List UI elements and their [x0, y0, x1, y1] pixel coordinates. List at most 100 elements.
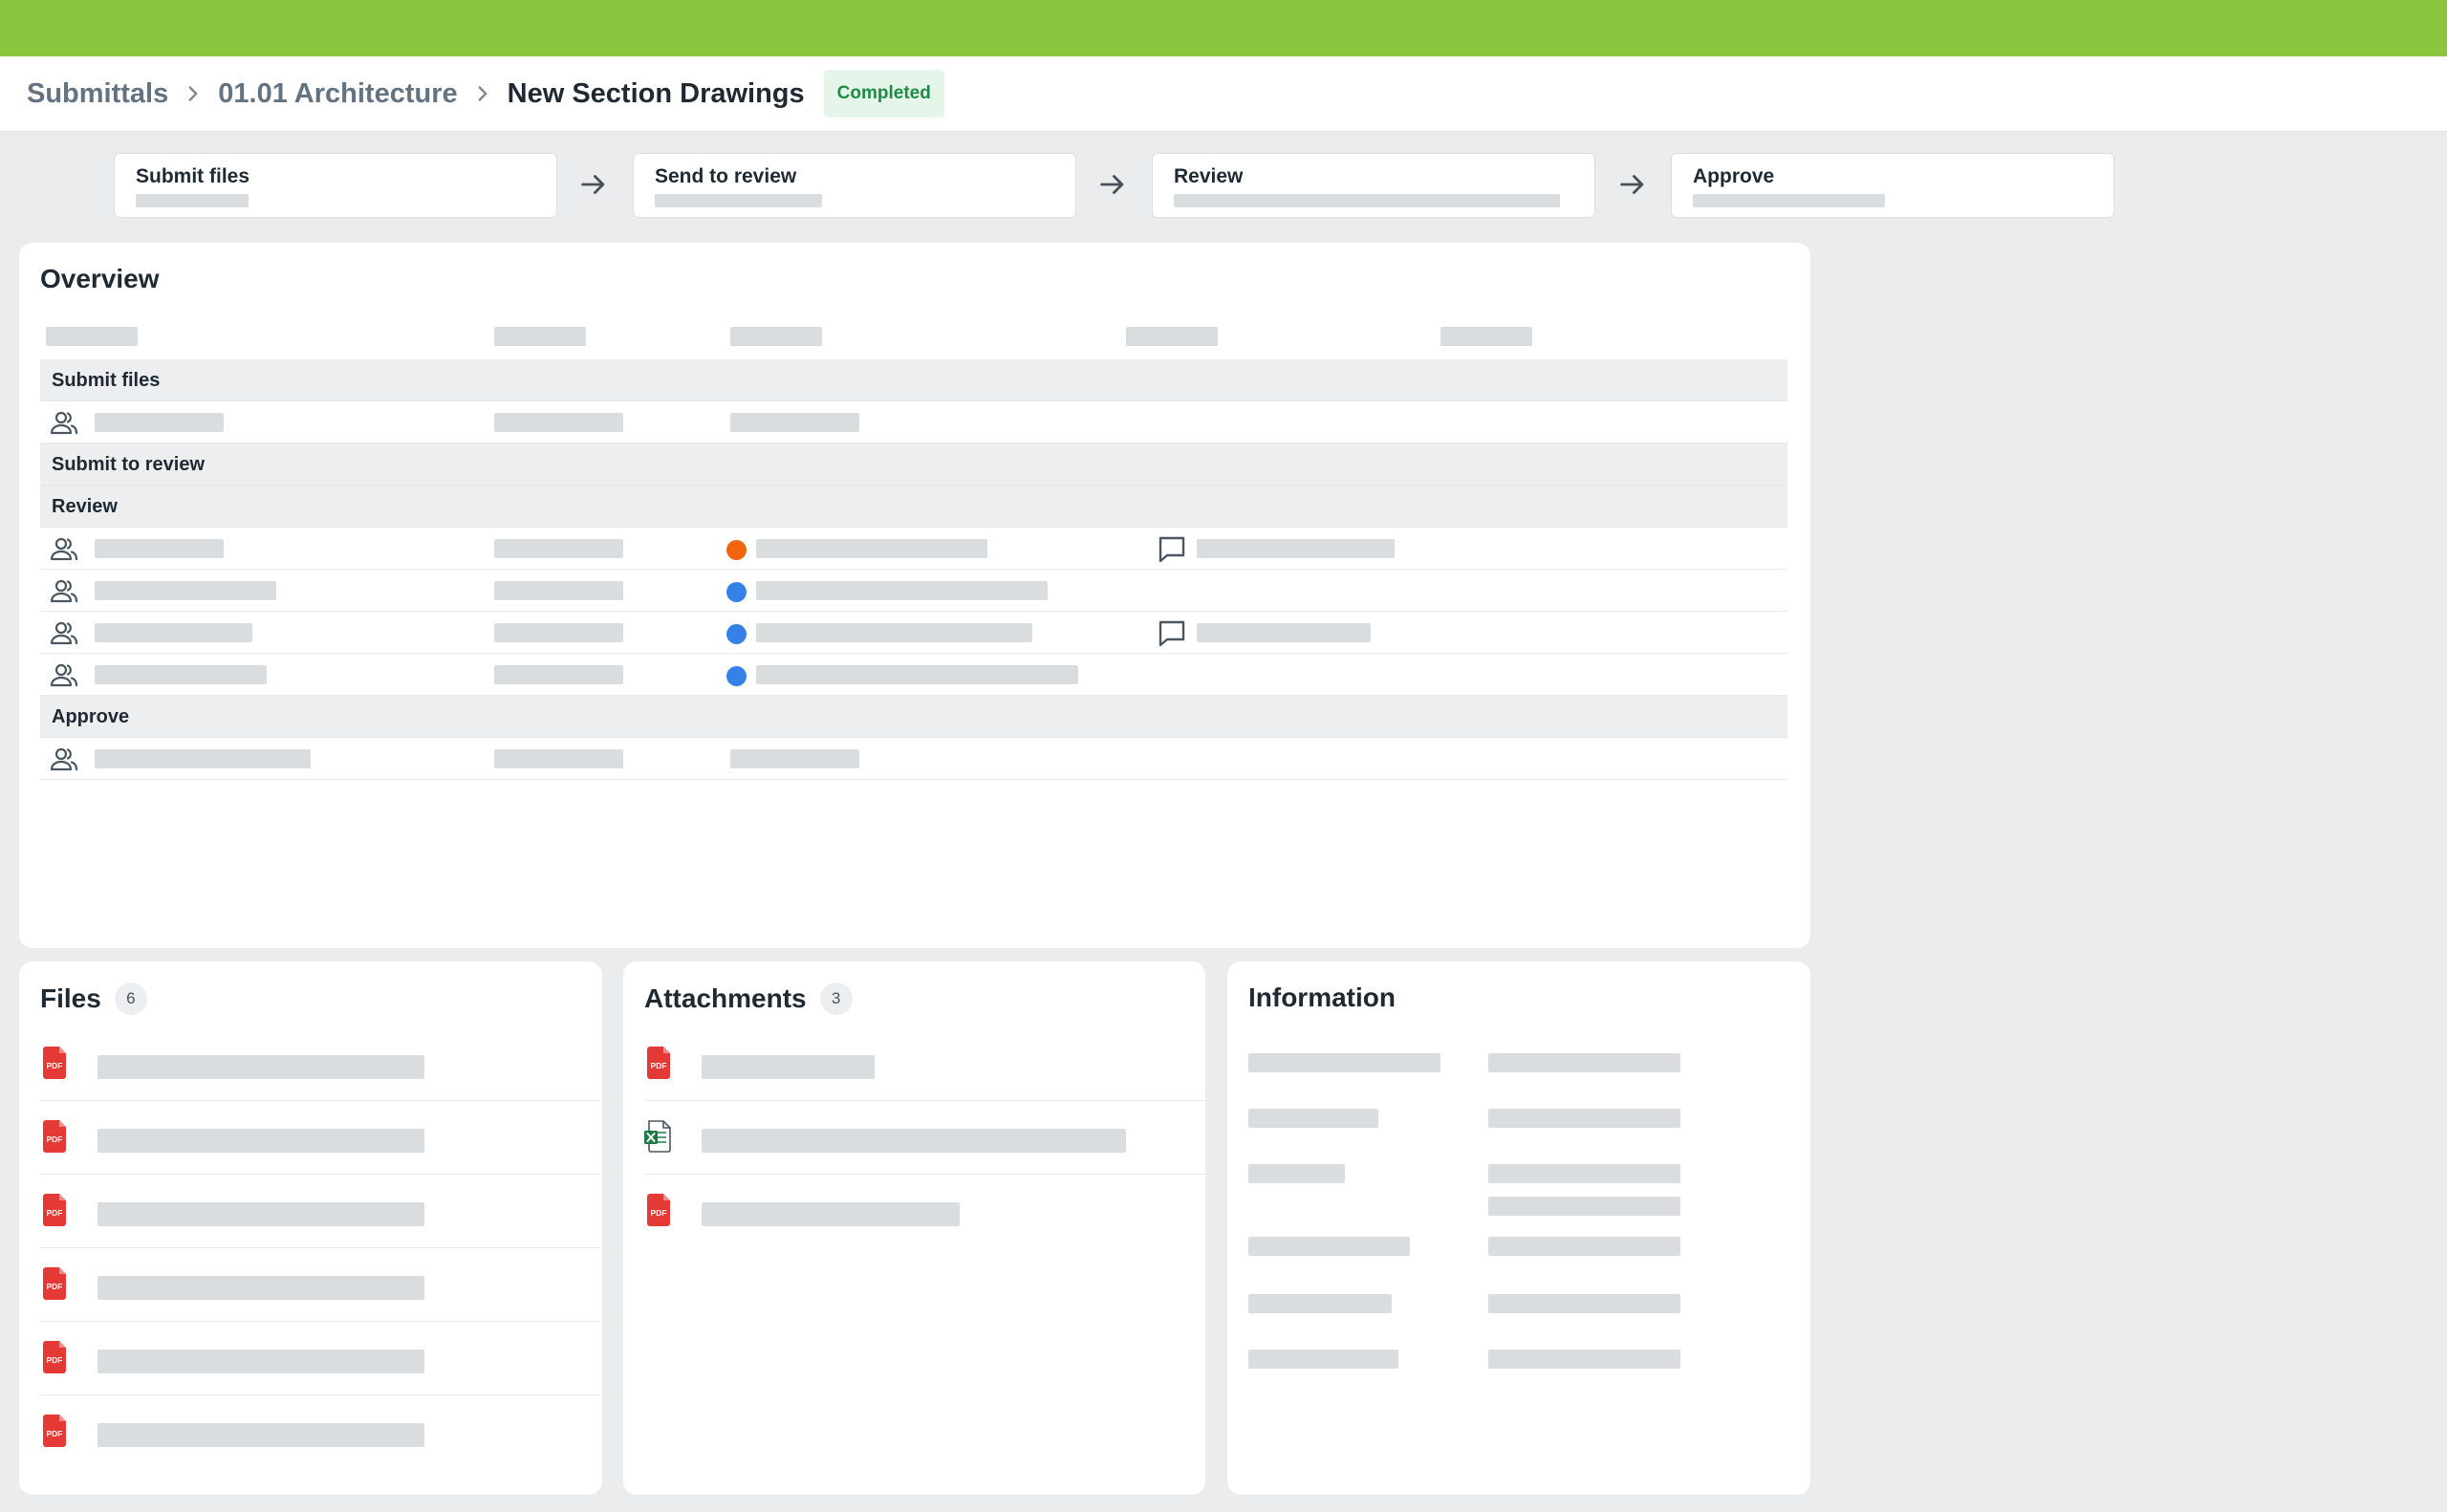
info-label-placeholder	[1248, 1164, 1345, 1183]
user-group-icon	[50, 619, 78, 646]
arrow-right-icon	[1096, 168, 1129, 201]
comment-icon[interactable]	[1157, 618, 1187, 649]
file-row[interactable]: PDF	[40, 1322, 600, 1395]
information-title: Information	[1248, 983, 1396, 1012]
page-header: Submittals 01.01 Architecture New Sectio…	[0, 56, 2447, 132]
svg-text:PDF: PDF	[47, 1429, 63, 1438]
step-placeholder	[136, 194, 249, 207]
workflow-step-submit-files[interactable]: Submit files	[114, 153, 557, 218]
attachment-row[interactable]: PDF	[644, 1027, 1204, 1101]
attachment-row[interactable]	[644, 1101, 1204, 1175]
chevron-right-icon	[181, 81, 206, 106]
file-row[interactable]: PDF	[40, 1175, 600, 1248]
group-row-approve: Approve	[40, 696, 1787, 738]
file-row[interactable]: PDF	[40, 1248, 600, 1322]
workflow-step-review[interactable]: Review	[1152, 153, 1595, 218]
files-title: Files 6	[40, 983, 147, 1015]
status-dot	[726, 666, 747, 686]
info-value-placeholder	[1488, 1164, 1680, 1183]
svg-text:PDF: PDF	[47, 1282, 63, 1291]
info-label-placeholder	[1248, 1053, 1440, 1072]
step-label: Approve	[1693, 165, 1775, 187]
attachments-card: Attachments 3 PDF PDF	[623, 961, 1205, 1495]
pdf-file-icon: PDF	[43, 1120, 66, 1153]
status-dot	[726, 582, 747, 602]
file-name-placeholder	[97, 1129, 424, 1153]
info-value-placeholder	[1488, 1197, 1680, 1216]
pdf-file-icon: PDF	[647, 1194, 670, 1226]
comment-icon[interactable]	[1157, 534, 1187, 565]
table-row[interactable]	[40, 570, 1787, 612]
step-label: Submit files	[136, 165, 250, 187]
status-dot	[726, 624, 747, 644]
files-count-badge: 6	[114, 983, 147, 1015]
cell-placeholder	[1197, 539, 1395, 558]
group-row-submit-files: Submit files	[40, 359, 1787, 401]
info-value-placeholder	[1488, 1237, 1680, 1256]
svg-text:PDF: PDF	[47, 1134, 63, 1144]
arrow-right-icon	[577, 168, 610, 201]
file-row[interactable]: PDF	[40, 1101, 600, 1175]
user-group-icon	[50, 661, 78, 688]
file-row[interactable]: PDF	[40, 1027, 600, 1101]
column-header	[494, 327, 586, 346]
cell-placeholder	[494, 539, 623, 558]
user-group-icon	[50, 409, 78, 436]
file-name-placeholder	[702, 1055, 875, 1079]
column-header	[46, 327, 138, 346]
group-label: Review	[52, 496, 118, 517]
top-brand-bar	[0, 0, 2447, 56]
breadcrumb-architecture[interactable]: 01.01 Architecture	[218, 78, 457, 110]
user-group-icon	[50, 535, 78, 562]
cell-placeholder	[730, 413, 859, 432]
info-label-placeholder	[1248, 1109, 1378, 1128]
info-value-placeholder	[1488, 1109, 1680, 1128]
breadcrumb-submittals[interactable]: Submittals	[27, 78, 168, 110]
table-row[interactable]	[40, 738, 1787, 780]
group-label: Submit to review	[52, 454, 206, 475]
arrow-right-icon	[1616, 168, 1649, 201]
info-label-placeholder	[1248, 1237, 1410, 1256]
workflow-step-approve[interactable]: Approve	[1671, 153, 2114, 218]
step-placeholder	[655, 194, 822, 207]
column-header	[1126, 327, 1218, 346]
cell-placeholder	[494, 413, 623, 432]
group-row-review: Review	[40, 486, 1787, 528]
page-title: New Section Drawings	[507, 77, 805, 109]
table-row[interactable]	[40, 612, 1787, 654]
cell-placeholder	[730, 749, 859, 768]
svg-text:PDF: PDF	[47, 1355, 63, 1365]
file-name-placeholder	[97, 1202, 424, 1226]
pdf-file-icon: PDF	[43, 1194, 66, 1226]
cell-placeholder	[756, 623, 1032, 642]
column-header	[1440, 327, 1532, 346]
pdf-file-icon: PDF	[43, 1341, 66, 1373]
group-row-submit-to-review: Submit to review	[40, 443, 1787, 486]
pdf-file-icon: PDF	[43, 1267, 66, 1300]
overview-title: Overview	[40, 264, 160, 293]
info-label-placeholder	[1248, 1350, 1398, 1369]
table-row[interactable]	[40, 654, 1787, 696]
workflow-step-send-to-review[interactable]: Send to review	[633, 153, 1076, 218]
status-dot	[726, 540, 747, 560]
file-name-placeholder	[97, 1350, 424, 1373]
info-value-placeholder	[1488, 1053, 1680, 1072]
table-row[interactable]	[40, 528, 1787, 570]
step-placeholder	[1174, 194, 1560, 207]
info-label-placeholder	[1248, 1294, 1392, 1313]
step-placeholder	[1693, 194, 1885, 207]
table-row[interactable]	[40, 401, 1787, 443]
cell-placeholder	[95, 413, 224, 432]
file-row[interactable]: PDF	[40, 1395, 600, 1469]
svg-text:PDF: PDF	[651, 1061, 667, 1070]
pdf-file-icon: PDF	[43, 1047, 66, 1079]
svg-text:PDF: PDF	[47, 1208, 63, 1218]
attachment-row[interactable]: PDF	[644, 1175, 1204, 1248]
cell-placeholder	[95, 623, 252, 642]
group-label: Approve	[52, 706, 130, 727]
info-value-placeholder	[1488, 1350, 1680, 1369]
attachments-title: Attachments 3	[644, 983, 853, 1015]
step-label: Send to review	[655, 165, 797, 187]
status-badge: Completed	[823, 70, 944, 118]
svg-text:PDF: PDF	[47, 1061, 63, 1070]
